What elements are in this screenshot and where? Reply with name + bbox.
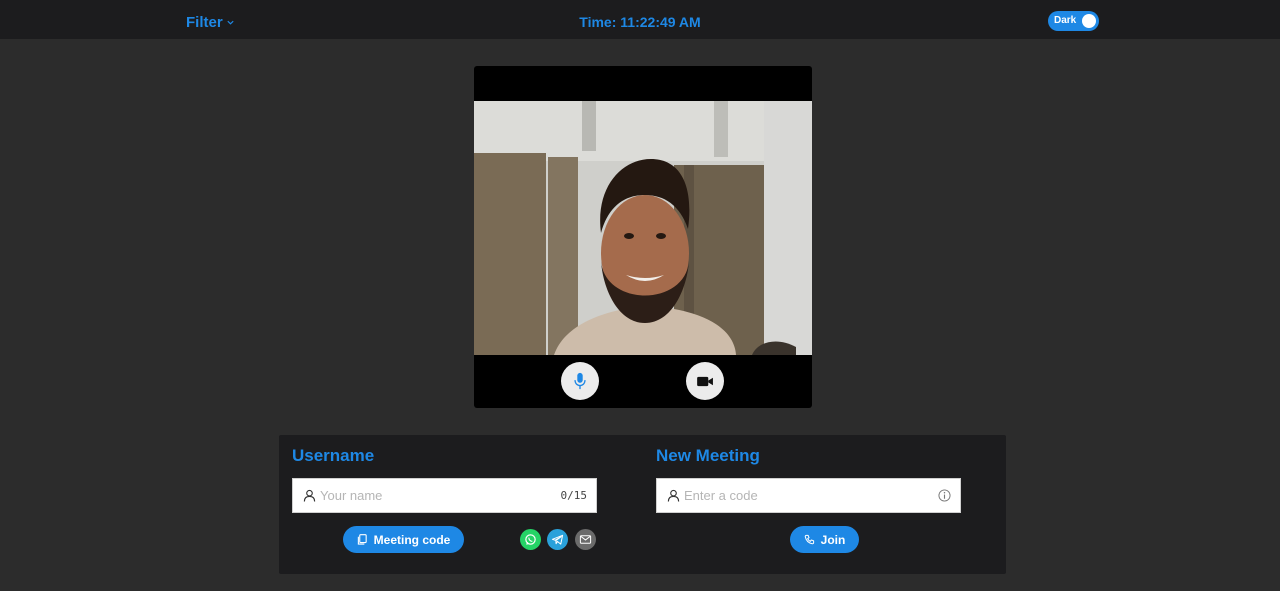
video-preview bbox=[474, 66, 812, 408]
meeting-code-button[interactable]: Meeting code bbox=[343, 526, 464, 553]
telegram-icon bbox=[551, 534, 564, 545]
share-email-button[interactable] bbox=[575, 529, 596, 550]
meeting-code-field bbox=[656, 478, 961, 513]
microphone-icon bbox=[574, 372, 586, 390]
video-camera-icon bbox=[696, 376, 713, 386]
email-icon bbox=[579, 535, 592, 544]
meeting-code-input[interactable] bbox=[684, 488, 938, 503]
char-counter: 0/15 bbox=[560, 489, 588, 502]
camera-feed-image bbox=[474, 101, 812, 355]
toggle-knob bbox=[1082, 14, 1096, 28]
username-input[interactable] bbox=[320, 488, 561, 503]
top-bar: Filter Time: 11:22:49 AM Dark bbox=[0, 0, 1280, 39]
new-meeting-heading: New Meeting bbox=[656, 446, 760, 465]
meeting-code-label: Meeting code bbox=[373, 532, 451, 547]
share-whatsapp-button[interactable] bbox=[520, 529, 541, 550]
theme-toggle-label: Dark bbox=[1054, 15, 1077, 26]
theme-toggle[interactable]: Dark bbox=[1048, 11, 1099, 31]
join-label: Join bbox=[820, 532, 846, 547]
share-telegram-button[interactable] bbox=[547, 529, 568, 550]
time-value: 11:22:49 AM bbox=[620, 14, 701, 30]
join-button[interactable]: Join bbox=[790, 526, 859, 553]
info-icon[interactable] bbox=[938, 489, 951, 502]
mic-toggle-button[interactable] bbox=[561, 362, 599, 400]
copy-icon bbox=[357, 534, 367, 545]
phone-icon bbox=[804, 534, 814, 545]
whatsapp-icon bbox=[525, 534, 536, 545]
time-prefix: Time: bbox=[579, 14, 617, 30]
user-icon bbox=[303, 489, 316, 502]
username-heading: Username bbox=[292, 446, 375, 465]
camera-toggle-button[interactable] bbox=[686, 362, 724, 400]
camera-feed bbox=[474, 101, 812, 355]
username-field: 0/15 bbox=[292, 478, 597, 513]
user-icon bbox=[667, 489, 680, 502]
meeting-panel: Username 0/15 Meeting code New Mee bbox=[279, 435, 1006, 574]
